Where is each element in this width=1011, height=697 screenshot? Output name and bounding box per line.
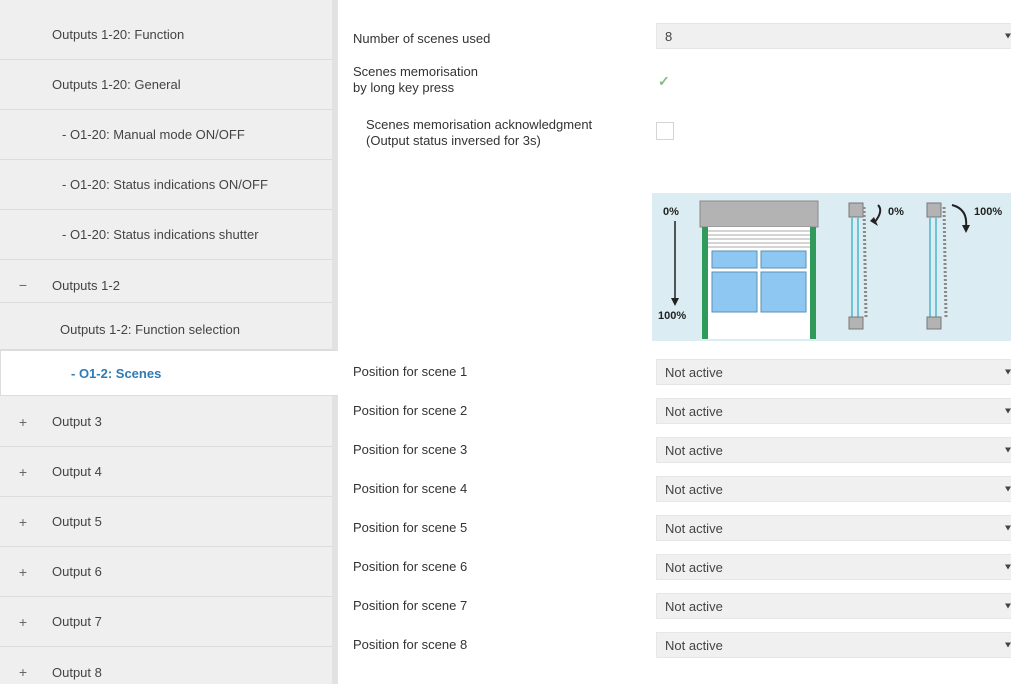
scene-1-value: Not active [665, 364, 723, 380]
chevron-down-icon [1005, 486, 1011, 492]
sidebar-item-output-3[interactable]: + Output 3 [0, 397, 332, 447]
scene-1-label: Position for scene 1 [353, 364, 468, 379]
chevron-down-icon [1005, 33, 1011, 39]
scene-7-select[interactable]: Not active [656, 593, 1011, 619]
acknowledgment-label-line2: (Output status inversed for 3s) [366, 133, 541, 148]
scene-4-value: Not active [665, 481, 723, 497]
num-scenes-select[interactable]: 8 [656, 23, 1011, 49]
scene-8-value: Not active [665, 637, 723, 653]
sidebar-item-output-7[interactable]: + Output 7 [0, 597, 332, 647]
divider [0, 302, 332, 303]
sidebar-item-status-onoff[interactable]: - O1-20: Status indications ON/OFF [0, 160, 332, 210]
acknowledgment-label-line1: Scenes memorisation acknowledgment [366, 117, 593, 132]
chevron-down-icon [1005, 564, 1011, 570]
memorisation-label-line1: Scenes memorisation [353, 64, 478, 79]
sidebar-item-label: Outputs 1-2 [52, 277, 120, 293]
sidebar-item-label: Output 3 [52, 414, 102, 429]
diagram-label-bottom: 100% [658, 310, 686, 322]
scene-3-label: Position for scene 3 [353, 442, 468, 457]
memorisation-checkbox[interactable]: ✓ [656, 73, 674, 93]
sidebar-item-output-4[interactable]: + Output 4 [0, 447, 332, 497]
scene-5-select[interactable]: Not active [656, 515, 1011, 541]
scene-6-select[interactable]: Not active [656, 554, 1011, 580]
expand-icon[interactable]: + [17, 564, 29, 580]
sidebar-item-output-8[interactable]: + Output 8 [0, 647, 332, 697]
sidebar-item-output-6[interactable]: + Output 6 [0, 547, 332, 597]
sidebar: Outputs 1-20: Function Outputs 1-20: Gen… [0, 0, 338, 684]
sidebar-item-label: - O1-20: Status indications ON/OFF [62, 177, 268, 192]
scene-2-label: Position for scene 2 [353, 403, 468, 418]
chevron-down-icon [1005, 369, 1011, 375]
chevron-down-icon [1005, 408, 1011, 414]
check-icon: ✓ [658, 73, 670, 89]
sidebar-item-label: Output 6 [52, 564, 102, 579]
sidebar-item-label: Output 5 [52, 514, 102, 529]
sidebar-item-label: Outputs 1-20: General [52, 77, 181, 92]
sidebar-item-label: - O1-20: Status indications shutter [62, 227, 259, 242]
sidebar-item-label: Output 7 [52, 614, 102, 629]
scene-2-select[interactable]: Not active [656, 398, 1011, 424]
expand-icon[interactable]: + [17, 664, 29, 680]
num-scenes-label: Number of scenes used [353, 31, 491, 46]
num-scenes-value: 8 [665, 28, 673, 44]
chevron-down-icon [1005, 447, 1011, 453]
chevron-down-icon [1005, 642, 1011, 648]
scene-5-label: Position for scene 5 [353, 520, 468, 535]
sidebar-item-manual-mode[interactable]: - O1-20: Manual mode ON/OFF [0, 110, 332, 160]
sidebar-item-scenes[interactable]: - O1-2: Scenes [0, 350, 338, 396]
sidebar-item-label: Outputs 1-2: Function selection [60, 322, 240, 337]
scene-4-label: Position for scene 4 [353, 481, 468, 496]
memorisation-label: Scenes memorisation by long key press [353, 64, 478, 96]
sidebar-item-label: Output 8 [52, 664, 102, 680]
expand-icon[interactable]: + [17, 414, 29, 430]
sidebar-item-outputs-general[interactable]: Outputs 1-20: General [0, 60, 332, 110]
diagram-label-slat-open: 0% [888, 206, 904, 218]
acknowledgment-checkbox[interactable] [656, 122, 674, 140]
scene-8-label: Position for scene 8 [353, 637, 468, 652]
scene-3-value: Not active [665, 442, 723, 458]
scene-6-value: Not active [665, 559, 723, 575]
collapse-icon[interactable]: − [17, 277, 29, 293]
sidebar-item-status-shutter[interactable]: - O1-20: Status indications shutter [0, 210, 332, 260]
diagram-label-top: 0% [663, 206, 679, 218]
sidebar-item-label: Output 4 [52, 464, 102, 479]
memorisation-label-line2: by long key press [353, 80, 455, 95]
scene-2-value: Not active [665, 403, 723, 419]
scene-1-select[interactable]: Not active [656, 359, 1011, 385]
expand-icon[interactable]: + [17, 614, 29, 630]
sidebar-item-output-5[interactable]: + Output 5 [0, 497, 332, 547]
expand-icon[interactable]: + [17, 464, 29, 480]
scene-4-select[interactable]: Not active [656, 476, 1011, 502]
scene-8-select[interactable]: Not active [656, 632, 1011, 658]
diagram-label-slat-closed: 100% [974, 206, 1002, 218]
sidebar-item-label: Outputs 1-20: Function [52, 27, 185, 42]
sidebar-item-outputs-function[interactable]: Outputs 1-20: Function [0, 10, 332, 60]
chevron-down-icon [1005, 603, 1011, 609]
shutter-diagram: 0% 100% 0% 100% [652, 193, 1011, 341]
sidebar-item-function-selection[interactable]: Outputs 1-2: Function selection [0, 310, 332, 350]
sidebar-item-label: - O1-2: Scenes [71, 365, 162, 381]
acknowledgment-label: Scenes memorisation acknowledgment (Outp… [366, 117, 592, 149]
scene-7-value: Not active [665, 598, 723, 614]
scene-6-label: Position for scene 6 [353, 559, 468, 574]
scene-3-select[interactable]: Not active [656, 437, 1011, 463]
scene-5-value: Not active [665, 520, 723, 536]
chevron-down-icon [1005, 525, 1011, 531]
scene-7-label: Position for scene 7 [353, 598, 468, 613]
sidebar-item-label: - O1-20: Manual mode ON/OFF [62, 127, 245, 142]
expand-icon[interactable]: + [17, 514, 29, 530]
